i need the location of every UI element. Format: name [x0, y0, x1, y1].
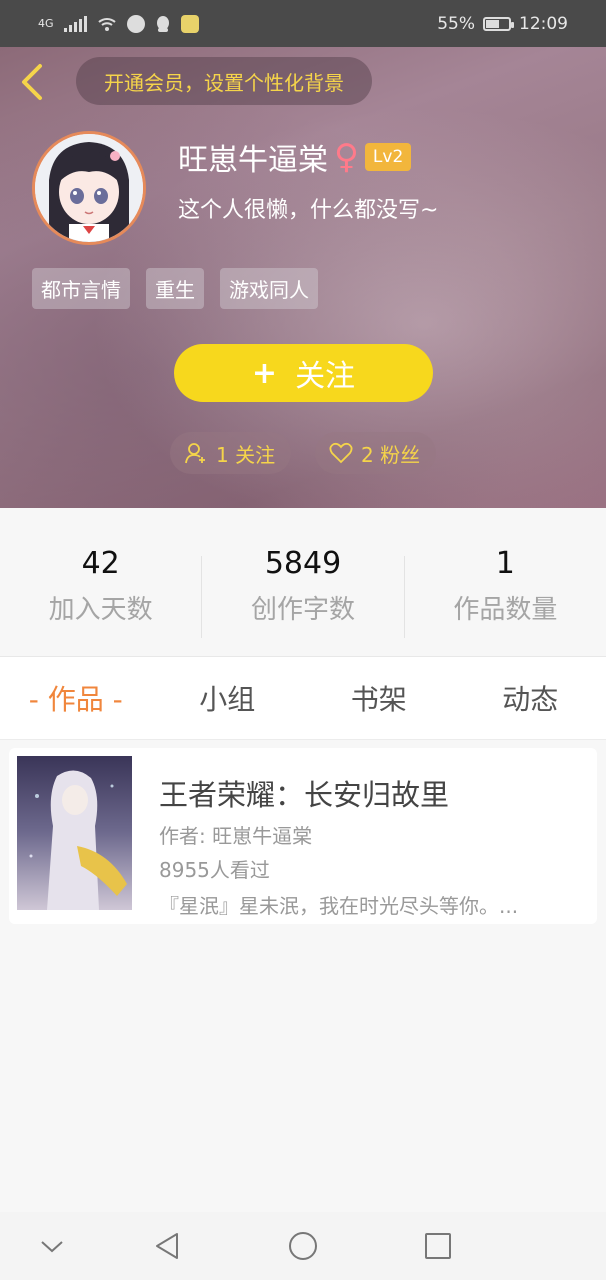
- clock: 12:09: [519, 13, 568, 34]
- genre-tags: 都市言情 重生 游戏同人: [32, 268, 318, 309]
- fans-button[interactable]: 2 粉丝: [315, 432, 436, 474]
- nav-down-icon[interactable]: [36, 1230, 68, 1262]
- vip-background-banner[interactable]: 开通会员，设置个性化背景: [76, 57, 372, 105]
- tag[interactable]: 游戏同人: [220, 268, 318, 309]
- stat-word-count: 5849 创作字数: [202, 508, 403, 656]
- following-count: 1 关注: [216, 442, 276, 467]
- stat-value: 42: [81, 546, 120, 581]
- book-title: 王者荣耀：长安归故里: [159, 778, 450, 812]
- plus-icon: +: [251, 355, 278, 391]
- stat-value: 1: [495, 546, 515, 581]
- username-row: 旺崽牛逼棠 ♀ Lv2: [178, 135, 412, 179]
- tab-groups[interactable]: 小组: [152, 657, 304, 739]
- stat-label: 创作字数: [250, 595, 355, 625]
- avatar[interactable]: [32, 131, 146, 245]
- level-badge: Lv2: [364, 143, 412, 171]
- qq-icon: [156, 15, 169, 32]
- book-author: 作者: 旺崽牛逼棠: [159, 824, 313, 848]
- tiktok-icon: [126, 14, 145, 33]
- app-icon: [180, 14, 199, 33]
- battery-icon: [483, 16, 514, 31]
- tag[interactable]: 重生: [146, 268, 204, 309]
- follow-label: 关注: [295, 359, 356, 394]
- nav-recent-icon[interactable]: [422, 1230, 454, 1262]
- tab-activity[interactable]: 动态: [455, 657, 606, 739]
- status-bar: 4G 55% 12:09: [0, 0, 606, 47]
- battery-percent: 55%: [437, 13, 475, 34]
- female-icon: ♀: [334, 137, 359, 177]
- nav-back-icon[interactable]: [152, 1230, 184, 1262]
- book-cover[interactable]: [17, 756, 132, 910]
- fans-count: 2 粉丝: [361, 442, 421, 467]
- stat-join-days: 42 加入天数: [0, 508, 201, 656]
- bio-text: 这个人很懒，什么都没写~: [178, 198, 439, 223]
- stat-works-count: 1 作品数量: [405, 508, 606, 656]
- tab-works[interactable]: - 作品 -: [0, 657, 152, 739]
- system-nav-bar: [0, 1212, 606, 1280]
- follow-button[interactable]: + 关注: [174, 344, 433, 402]
- profile-header: 开通会员，设置个性化背景 旺崽牛逼棠 ♀ Lv2 这个人很懒，什么都没写~ 都市…: [0, 47, 606, 508]
- tag[interactable]: 都市言情: [32, 268, 130, 309]
- network-type: 4G: [38, 17, 54, 30]
- signal-icon: [63, 15, 87, 32]
- wifi-icon: [97, 17, 116, 31]
- stat-value: 5849: [264, 546, 342, 581]
- heart-icon: [329, 442, 353, 464]
- book-card[interactable]: 王者荣耀：长安归故里 作者: 旺崽牛逼棠 8955人看过 『星泯』星未泯，我在时…: [9, 748, 597, 924]
- back-chevron-icon[interactable]: [16, 62, 50, 102]
- stat-label: 作品数量: [453, 595, 558, 625]
- book-description: 『星泯』星未泯，我在时光尽头等你。...: [159, 894, 519, 918]
- stat-label: 加入天数: [48, 595, 153, 625]
- person-icon: [185, 443, 205, 464]
- tab-bookshelf[interactable]: 书架: [303, 657, 455, 739]
- nav-home-icon[interactable]: [287, 1230, 319, 1262]
- username: 旺崽牛逼棠: [178, 143, 328, 178]
- following-button[interactable]: 1 关注: [170, 432, 291, 474]
- profile-tabs: - 作品 - 小组 书架 动态: [0, 656, 606, 740]
- book-views: 8955人看过: [159, 858, 270, 882]
- stats-row: 42 加入天数 5849 创作字数 1 作品数量: [0, 508, 606, 656]
